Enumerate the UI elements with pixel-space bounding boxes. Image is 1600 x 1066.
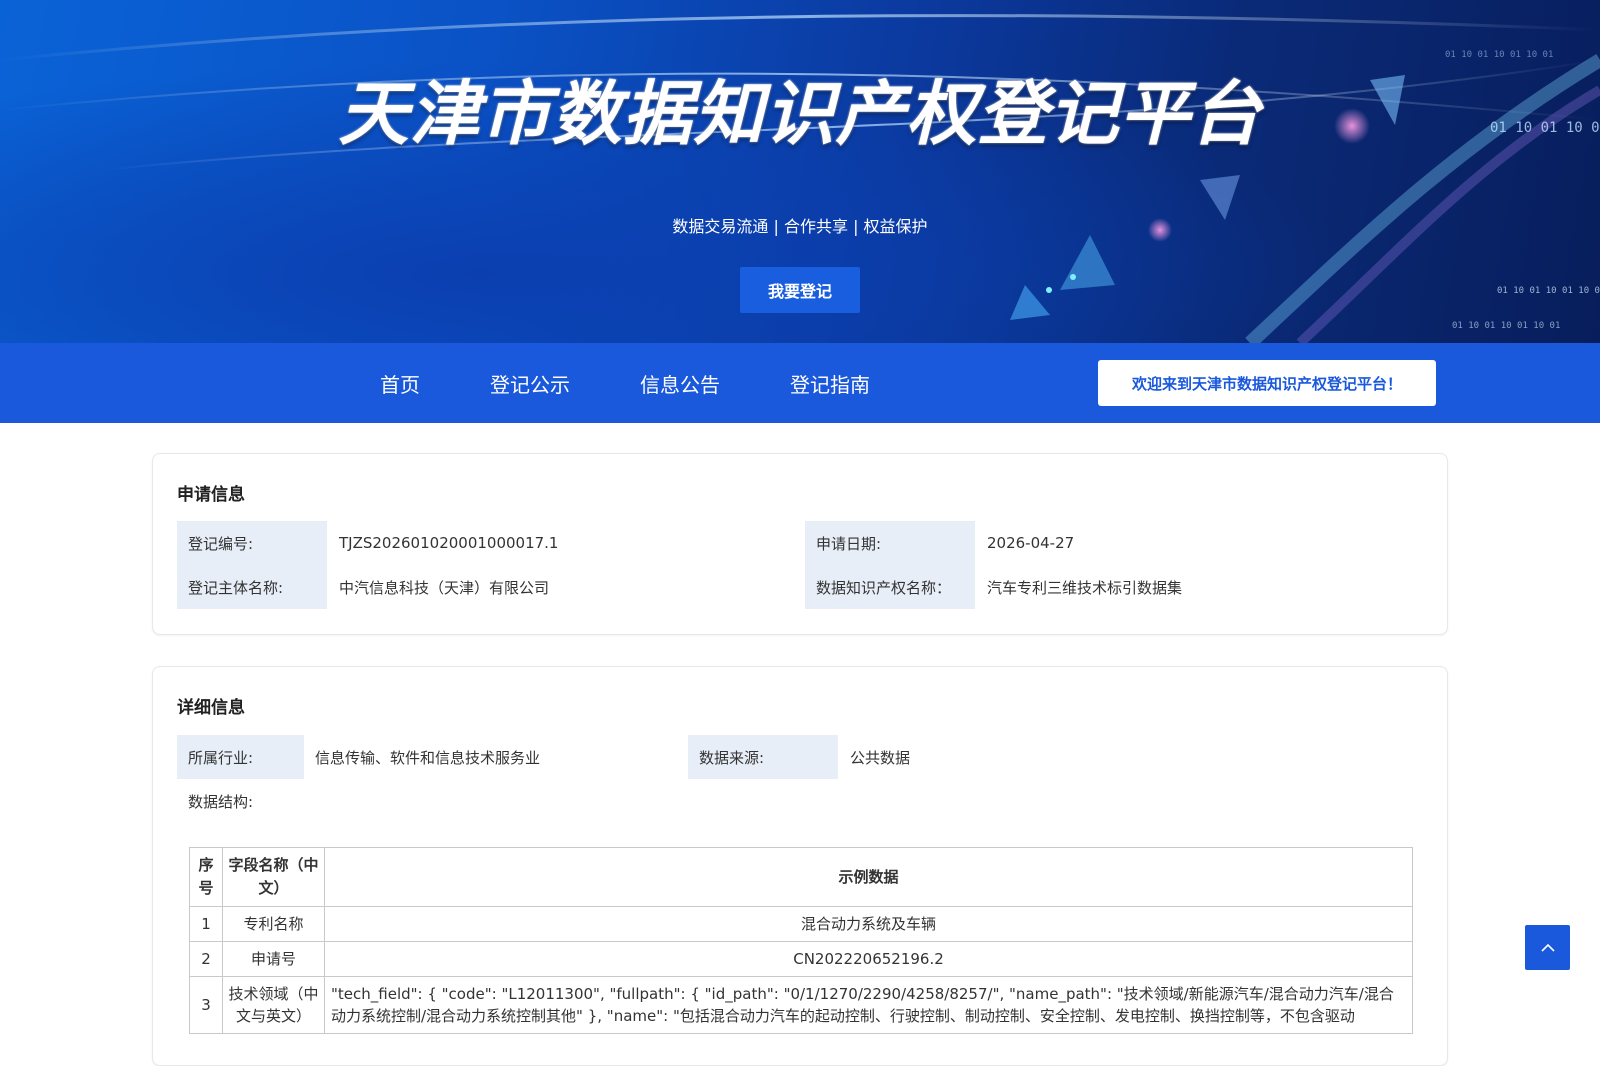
data-structure-label: 数据结构:	[188, 792, 254, 811]
site-tagline: 数据交易流通 | 合作共享 | 权益保护	[672, 217, 928, 236]
column-header-field-name: 字段名称（中文）	[222, 847, 325, 907]
table-header-row: 序号 字段名称（中文） 示例数据	[189, 847, 1413, 907]
table-cell-sample: 混合动力系统及车辆	[324, 906, 1413, 942]
ip-name-label: 数据知识产权名称：	[805, 565, 975, 609]
welcome-banner: 欢迎来到天津市数据知识产权登记平台！	[1098, 360, 1436, 406]
industry-label: 所属行业:	[177, 735, 304, 779]
table-cell-index: 2	[189, 941, 223, 977]
nav-item-home[interactable]: 首页	[380, 369, 420, 398]
table-cell-field-name: 技术领域（中文与英文）	[222, 976, 325, 1034]
table-cell-index: 3	[189, 976, 223, 1034]
hero-banner: 01 10 01 10 01 10 01 01 10 01 10 01 10 0…	[0, 0, 1600, 343]
reg-no-label: 登记编号:	[177, 521, 327, 565]
table-row: 2 申请号 CN202220652196.2	[189, 941, 1413, 977]
date-value: 2026-04-27	[987, 534, 1075, 552]
column-header-index: 序号	[189, 847, 223, 907]
date-label: 申请日期:	[805, 521, 975, 565]
source-value: 公共数据	[850, 748, 911, 767]
application-info-title: 申请信息	[177, 485, 245, 505]
table-cell-sample: "tech_field": { "code": "L12011300", "fu…	[324, 976, 1413, 1034]
table-row: 1 专利名称 混合动力系统及车辆	[189, 906, 1413, 942]
register-button[interactable]: 我要登记	[740, 267, 860, 313]
data-structure-table: 序号 字段名称（中文） 示例数据 1 专利名称 混合动力系统及车辆 2 申请号 …	[189, 847, 1413, 1034]
nav-item-announcements[interactable]: 信息公告	[640, 369, 720, 398]
table-cell-index: 1	[189, 906, 223, 942]
main-nav: 首页 登记公示 信息公告 登记指南 欢迎来到天津市数据知识产权登记平台！	[0, 343, 1600, 423]
binary-text-3: 01 10 01 10 01 10 01	[1497, 286, 1600, 296]
ip-name-value: 汽车专利三维技术标引数据集	[987, 578, 1183, 597]
chevron-up-icon	[1540, 943, 1555, 952]
detail-info-card: 详细信息 所属行业: 信息传输、软件和信息技术服务业 数据来源: 公共数据 数据…	[152, 666, 1448, 1066]
nav-item-registration-notice[interactable]: 登记公示	[490, 369, 570, 398]
table-cell-field-name: 申请号	[222, 941, 325, 977]
table-row: 3 技术领域（中文与英文） "tech_field": { "code": "L…	[189, 976, 1413, 1034]
application-info-card: 申请信息 登记编号: TJZS202601020001000017.1 登记主体…	[152, 453, 1448, 635]
table-cell-sample: CN202220652196.2	[324, 941, 1413, 977]
industry-value: 信息传输、软件和信息技术服务业	[315, 748, 541, 767]
column-header-sample-data: 示例数据	[324, 847, 1413, 907]
nav-item-registration-guide[interactable]: 登记指南	[790, 369, 870, 398]
source-label: 数据来源:	[688, 735, 838, 779]
table-cell-field-name: 专利名称	[222, 906, 325, 942]
site-title: 天津市数据知识产权登记平台	[338, 73, 1262, 155]
binary-text-4: 01 10 01 10 01 10 01	[1452, 321, 1560, 331]
detail-info-title: 详细信息	[177, 698, 245, 718]
subject-value: 中汽信息科技（天津）有限公司	[339, 578, 550, 597]
subject-label: 登记主体名称:	[177, 565, 327, 609]
reg-no-value: TJZS202601020001000017.1	[339, 534, 559, 552]
back-to-top-button[interactable]	[1525, 925, 1570, 970]
